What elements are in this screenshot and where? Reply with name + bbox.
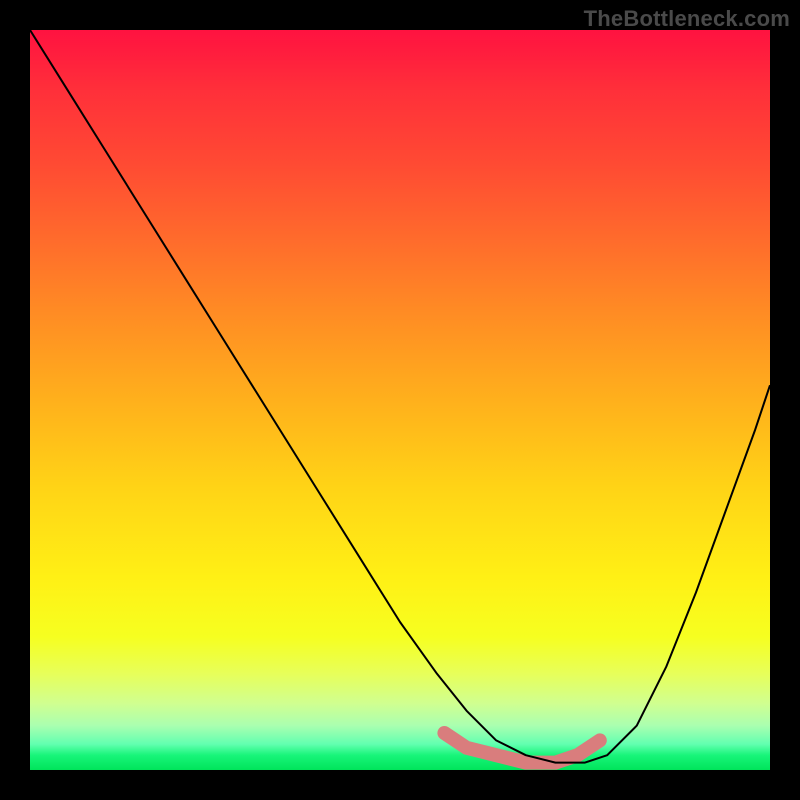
bottleneck-curve: [30, 30, 770, 763]
chart-frame: TheBottleneck.com: [0, 0, 800, 800]
chart-plot-area: [30, 30, 770, 770]
watermark-text: TheBottleneck.com: [584, 6, 790, 32]
chart-svg: [30, 30, 770, 770]
highlight-segment: [444, 733, 599, 763]
